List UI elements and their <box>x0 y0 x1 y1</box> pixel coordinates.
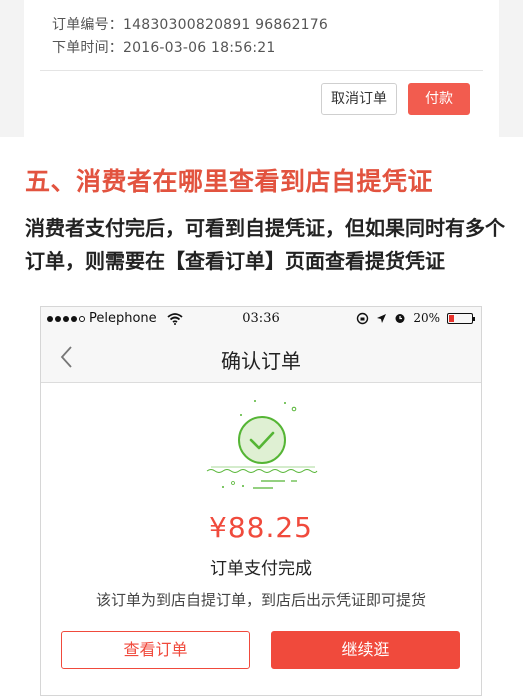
order-number-label: 订单编号： <box>52 17 123 33</box>
battery-icon <box>447 312 475 324</box>
payment-status: 订单支付完成 <box>210 559 312 579</box>
phone-screenshot: Pelephone 03:36 20% 确认订单 ¥88.25 订单支付完成 该… <box>40 306 482 696</box>
location-icon <box>377 313 387 323</box>
section-description: 消费者支付完后，可看到自提凭证，但如果同时有多个订单，则需要在【查看订单】页面查… <box>25 216 505 273</box>
payment-amount: ¥88.25 <box>209 511 313 544</box>
success-check-icon <box>206 400 318 489</box>
order-time-label: 下单时间： <box>52 40 123 56</box>
pickup-hint: 该订单为到店自提订单，到店后出示凭证即可提货 <box>95 591 426 609</box>
status-bar: Pelephone 03:36 20% <box>41 307 481 331</box>
section-title: 五、消费者在哪里查看到店自提凭证 <box>25 167 434 196</box>
cancel-order-button[interactable]: 取消订单 <box>321 83 397 115</box>
battery-percent: 20% <box>413 311 440 325</box>
status-bar-right: 20% <box>356 311 475 325</box>
order-card-inner: 订单编号：14830300820891 96862176 下单时间：2016-0… <box>24 0 499 137</box>
order-card: 订单编号：14830300820891 96862176 下单时间：2016-0… <box>0 0 523 137</box>
order-number-value: 14830300820891 96862176 <box>123 17 329 33</box>
rotation-lock-icon <box>357 312 369 324</box>
nav-bar: 确认订单 <box>41 331 481 383</box>
order-time-row: 下单时间：2016-03-06 18:56:21 <box>52 37 276 57</box>
order-number-row: 订单编号：14830300820891 96862176 <box>52 14 328 34</box>
continue-shopping-button[interactable]: 继续逛 <box>271 631 460 669</box>
pay-button[interactable]: 付款 <box>408 83 470 115</box>
alarm-icon <box>395 314 405 323</box>
nav-title: 确认订单 <box>221 349 301 373</box>
view-order-button[interactable]: 查看订单 <box>61 631 250 669</box>
order-time-value: 2016-03-06 18:56:21 <box>123 40 276 56</box>
order-divider <box>40 70 483 71</box>
